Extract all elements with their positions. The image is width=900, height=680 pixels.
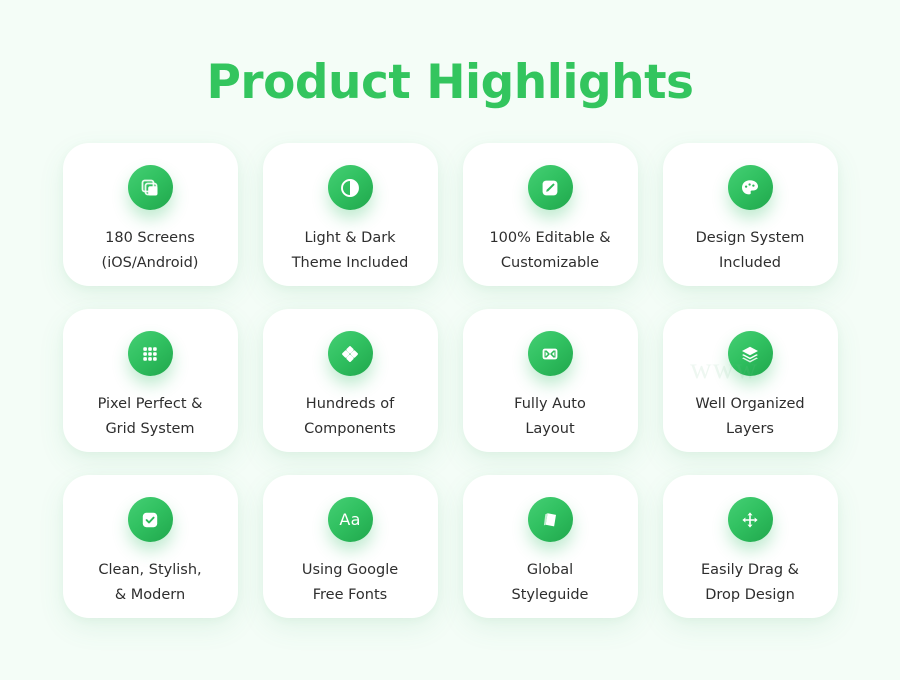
highlight-card-label: Pixel Perfect & Grid System (97, 396, 203, 437)
highlight-card-label: Global Styleguide (511, 562, 589, 603)
highlight-card-label: Well Organized Layers (695, 396, 805, 437)
highlight-card[interactable]: Light & Dark Theme Included (262, 143, 438, 286)
copy-layers-icon (127, 165, 173, 210)
highlight-card-label: Light & Dark Theme Included (291, 230, 409, 271)
components-diamond-icon (327, 331, 373, 376)
layers-stack-icon (727, 331, 773, 376)
highlight-card-label: Easily Drag & Drop Design (701, 562, 799, 603)
grid-3x3-icon (127, 331, 173, 376)
highlight-card[interactable]: Well Organized Layers (662, 309, 838, 452)
highlight-card[interactable]: Pixel Perfect & Grid System (62, 309, 238, 452)
paint-palette-icon (727, 165, 773, 210)
highlight-card-label: Design System Included (695, 230, 805, 271)
book-styleguide-icon (527, 497, 573, 542)
highlight-card[interactable]: 100% Editable & Customizable (462, 143, 638, 286)
checkbox-check-icon (127, 497, 173, 542)
highlight-card[interactable]: 180 Screens (iOS/Android) (62, 143, 238, 286)
highlight-card[interactable]: Fully Auto Layout (462, 309, 638, 452)
highlight-card[interactable]: Hundreds of Components (262, 309, 438, 452)
highlight-card-label: Fully Auto Layout (514, 396, 586, 437)
product-highlights-page: Product Highlights 180 Screens (iOS/Andr… (0, 0, 900, 680)
highlight-card-label: Using Google Free Fonts (301, 562, 399, 603)
highlight-card-label: Hundreds of Components (304, 396, 396, 437)
contrast-half-circle-icon (327, 165, 373, 210)
highlight-card[interactable]: Design System Included (662, 143, 838, 286)
highlight-card[interactable]: Easily Drag & Drop Design (662, 475, 838, 618)
highlight-card-label: Clean, Stylish, & Modern (98, 562, 202, 603)
move-arrows-icon (727, 497, 773, 542)
typography-aa-glyph: Aa (339, 509, 361, 529)
highlight-card[interactable]: Global Styleguide (462, 475, 638, 618)
highlights-grid: 180 Screens (iOS/Android) Light & Dark T… (0, 143, 900, 618)
page-title: Product Highlights (206, 55, 694, 110)
highlight-card-label: 100% Editable & Customizable (489, 230, 611, 271)
auto-layout-icon (527, 331, 573, 376)
highlight-card[interactable]: Clean, Stylish, & Modern (62, 475, 238, 618)
pencil-edit-square-icon (527, 165, 573, 210)
highlight-card[interactable]: Aa Using Google Free Fonts (262, 475, 438, 618)
typography-aa-icon: Aa (327, 497, 373, 542)
highlight-card-label: 180 Screens (iOS/Android) (101, 230, 199, 271)
